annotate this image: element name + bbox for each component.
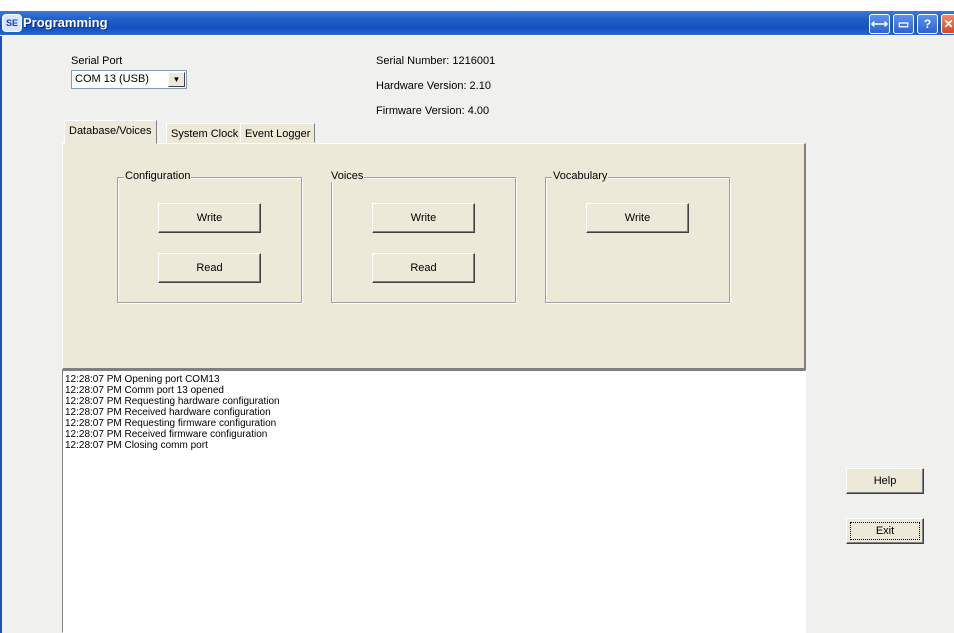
chevron-down-icon[interactable]: ▼ bbox=[168, 72, 185, 87]
vocabulary-write-button[interactable]: Write bbox=[586, 203, 689, 233]
log-line: 12:28:07 PM Comm port 13 opened bbox=[65, 385, 224, 396]
configuration-read-button[interactable]: Read bbox=[158, 253, 261, 283]
help-button[interactable]: Help bbox=[846, 468, 924, 494]
vocabulary-group-title: Vocabulary bbox=[552, 170, 609, 182]
voices-group-title: Voices bbox=[330, 170, 365, 182]
help-icon[interactable]: ? bbox=[917, 14, 938, 34]
log-line: 12:28:07 PM Requesting firmware configur… bbox=[65, 418, 277, 429]
serial-port-value: COM 13 (USB) bbox=[75, 73, 149, 85]
voices-group: Voices Write Read bbox=[330, 170, 516, 303]
serial-port-select[interactable]: COM 13 (USB) ▼ bbox=[71, 70, 187, 89]
window-title: Programming bbox=[23, 15, 108, 30]
log-line: 12:28:07 PM Requesting hardware configur… bbox=[65, 396, 280, 407]
minimize-icon[interactable]: ▭ bbox=[893, 14, 914, 34]
exit-button[interactable]: Exit bbox=[846, 518, 924, 544]
configuration-group: Configuration Write Read bbox=[117, 170, 302, 303]
tab-database-voices[interactable]: Database/Voices bbox=[64, 120, 157, 144]
title-bar-strip[interactable] bbox=[0, 11, 954, 35]
serial-port-label: Serial Port bbox=[71, 55, 123, 67]
restore-icon[interactable]: ⟷ bbox=[869, 14, 890, 34]
configuration-group-title: Configuration bbox=[124, 170, 192, 182]
voices-write-button[interactable]: Write bbox=[372, 203, 475, 233]
log-line: 12:28:07 PM Opening port COM13 bbox=[65, 374, 220, 385]
window-border bbox=[0, 36, 2, 633]
firmware-version: Firmware Version: 4.00 bbox=[376, 105, 490, 117]
exit-button-label: Exit bbox=[850, 522, 920, 540]
tab-event-logger[interactable]: Event Logger bbox=[240, 123, 316, 143]
tab-system-clock[interactable]: System Clock bbox=[166, 123, 244, 143]
serial-number: Serial Number: 1216001 bbox=[376, 55, 496, 67]
tab-panel: Configuration Write Read Voices Write Re… bbox=[62, 143, 806, 370]
close-icon[interactable]: ✕ bbox=[941, 14, 954, 34]
voices-read-button[interactable]: Read bbox=[372, 253, 475, 283]
title-bar: SE Programming ⟷ ▭ ? ✕ bbox=[0, 0, 954, 36]
hardware-version: Hardware Version: 2.10 bbox=[376, 80, 491, 92]
log-line: 12:28:07 PM Closing comm port bbox=[65, 440, 208, 451]
vocabulary-group: Vocabulary Write bbox=[545, 170, 730, 303]
configuration-write-button[interactable]: Write bbox=[158, 203, 261, 233]
log-line: 12:28:07 PM Received firmware configurat… bbox=[65, 429, 268, 440]
log-output[interactable]: 12:28:07 PM Opening port COM13 12:28:07 … bbox=[62, 370, 806, 633]
app-icon: SE bbox=[2, 14, 22, 32]
log-line: 12:28:07 PM Received hardware configurat… bbox=[65, 407, 271, 418]
